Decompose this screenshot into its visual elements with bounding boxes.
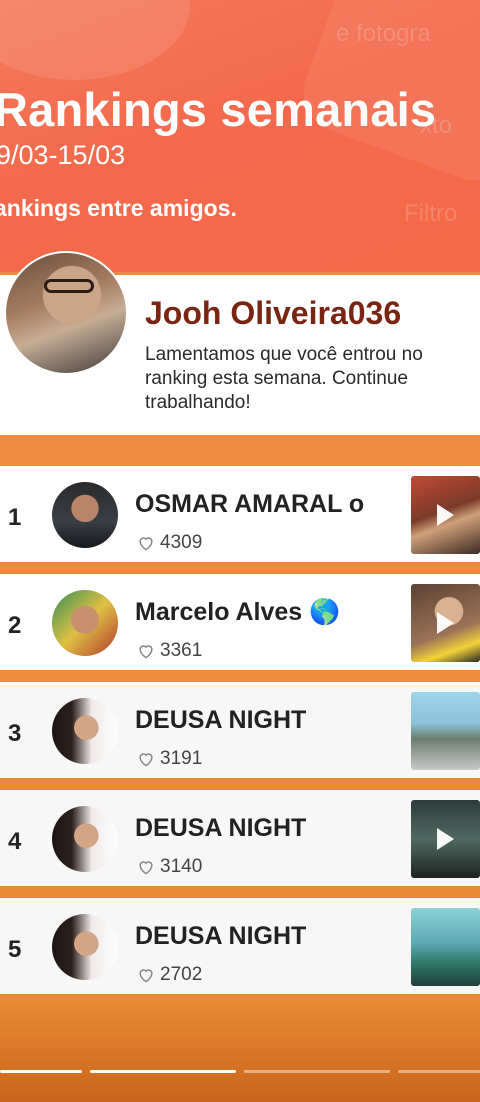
story-progress-segment	[90, 1070, 236, 1073]
like-count: 4309	[136, 532, 202, 554]
heart-outline-icon	[139, 645, 153, 659]
user-name: Jooh Oliveira036	[145, 295, 402, 331]
background-text: e fotogra	[336, 20, 431, 47]
participant-name: DEUSA NIGHT	[135, 706, 307, 734]
like-count: 2702	[136, 964, 202, 986]
like-count: 3191	[136, 748, 202, 770]
story-screen: e fotogra xto Filtro Rankings semanais 9…	[0, 0, 480, 1102]
avatar-glasses	[44, 279, 94, 293]
date-range: 9/03-15/03	[0, 140, 126, 170]
like-count-value: 2702	[160, 964, 203, 985]
avatar[interactable]	[52, 806, 118, 872]
page-title: Rankings semanais	[0, 83, 437, 136]
avatar[interactable]	[52, 482, 118, 548]
ranking-row[interactable]: 1 OSMAR AMARAL o 4309	[0, 466, 480, 562]
video-thumbnail[interactable]	[411, 584, 480, 662]
page-subtitle: ankings entre amigos.	[0, 195, 237, 221]
video-thumbnail[interactable]	[411, 476, 480, 554]
like-count: 3361	[136, 640, 202, 662]
avatar[interactable]	[52, 590, 118, 656]
ranking-row[interactable]: 3 DEUSA NIGHT 3191	[0, 682, 480, 778]
like-count: 3140	[136, 856, 202, 878]
rank-number: 4	[8, 828, 22, 855]
rank-number: 1	[8, 504, 22, 531]
participant-name: OSMAR AMARAL o	[135, 490, 365, 518]
like-count-value: 3191	[160, 748, 203, 769]
video-thumbnail[interactable]	[411, 800, 480, 878]
story-progress-segment	[244, 1070, 390, 1073]
participant-name: Marcelo Alves 🌎	[135, 598, 341, 626]
heart-outline-icon	[139, 969, 153, 983]
like-count-value: 3140	[160, 856, 203, 877]
current-user-card: Jooh Oliveira036 Lamentamos que você ent…	[0, 251, 480, 435]
like-count-value: 3361	[160, 640, 203, 661]
rank-number: 5	[8, 936, 22, 963]
ranking-row[interactable]: 4 DEUSA NIGHT 3140	[0, 790, 480, 886]
rank-number: 2	[8, 612, 22, 639]
user-avatar[interactable]	[4, 251, 128, 375]
user-message: Lamentamos que você entrou no ranking es…	[145, 344, 423, 413]
play-icon	[437, 828, 454, 850]
participant-name: DEUSA NIGHT	[135, 922, 307, 950]
video-thumbnail[interactable]	[411, 692, 480, 770]
story-progress-segment	[0, 1070, 82, 1073]
participant-name: DEUSA NIGHT	[135, 814, 307, 842]
heart-outline-icon	[139, 753, 153, 767]
story-progress-segment	[398, 1070, 480, 1073]
video-thumbnail[interactable]	[411, 908, 480, 986]
rank-number: 3	[8, 720, 22, 747]
heart-outline-icon	[139, 537, 153, 551]
heart-outline-icon	[139, 861, 153, 875]
like-count-value: 4309	[160, 532, 203, 553]
background-text: Filtro	[404, 200, 458, 227]
play-icon	[437, 612, 454, 634]
ranking-row[interactable]: 2 Marcelo Alves 🌎 3361	[0, 574, 480, 670]
play-icon	[437, 504, 454, 526]
decorative-blob	[0, 0, 190, 80]
avatar[interactable]	[52, 698, 118, 764]
ranking-row[interactable]: 5 DEUSA NIGHT 2702	[0, 898, 480, 994]
ranking-header: e fotogra xto Filtro Rankings semanais 9…	[0, 0, 480, 272]
avatar[interactable]	[52, 914, 118, 980]
